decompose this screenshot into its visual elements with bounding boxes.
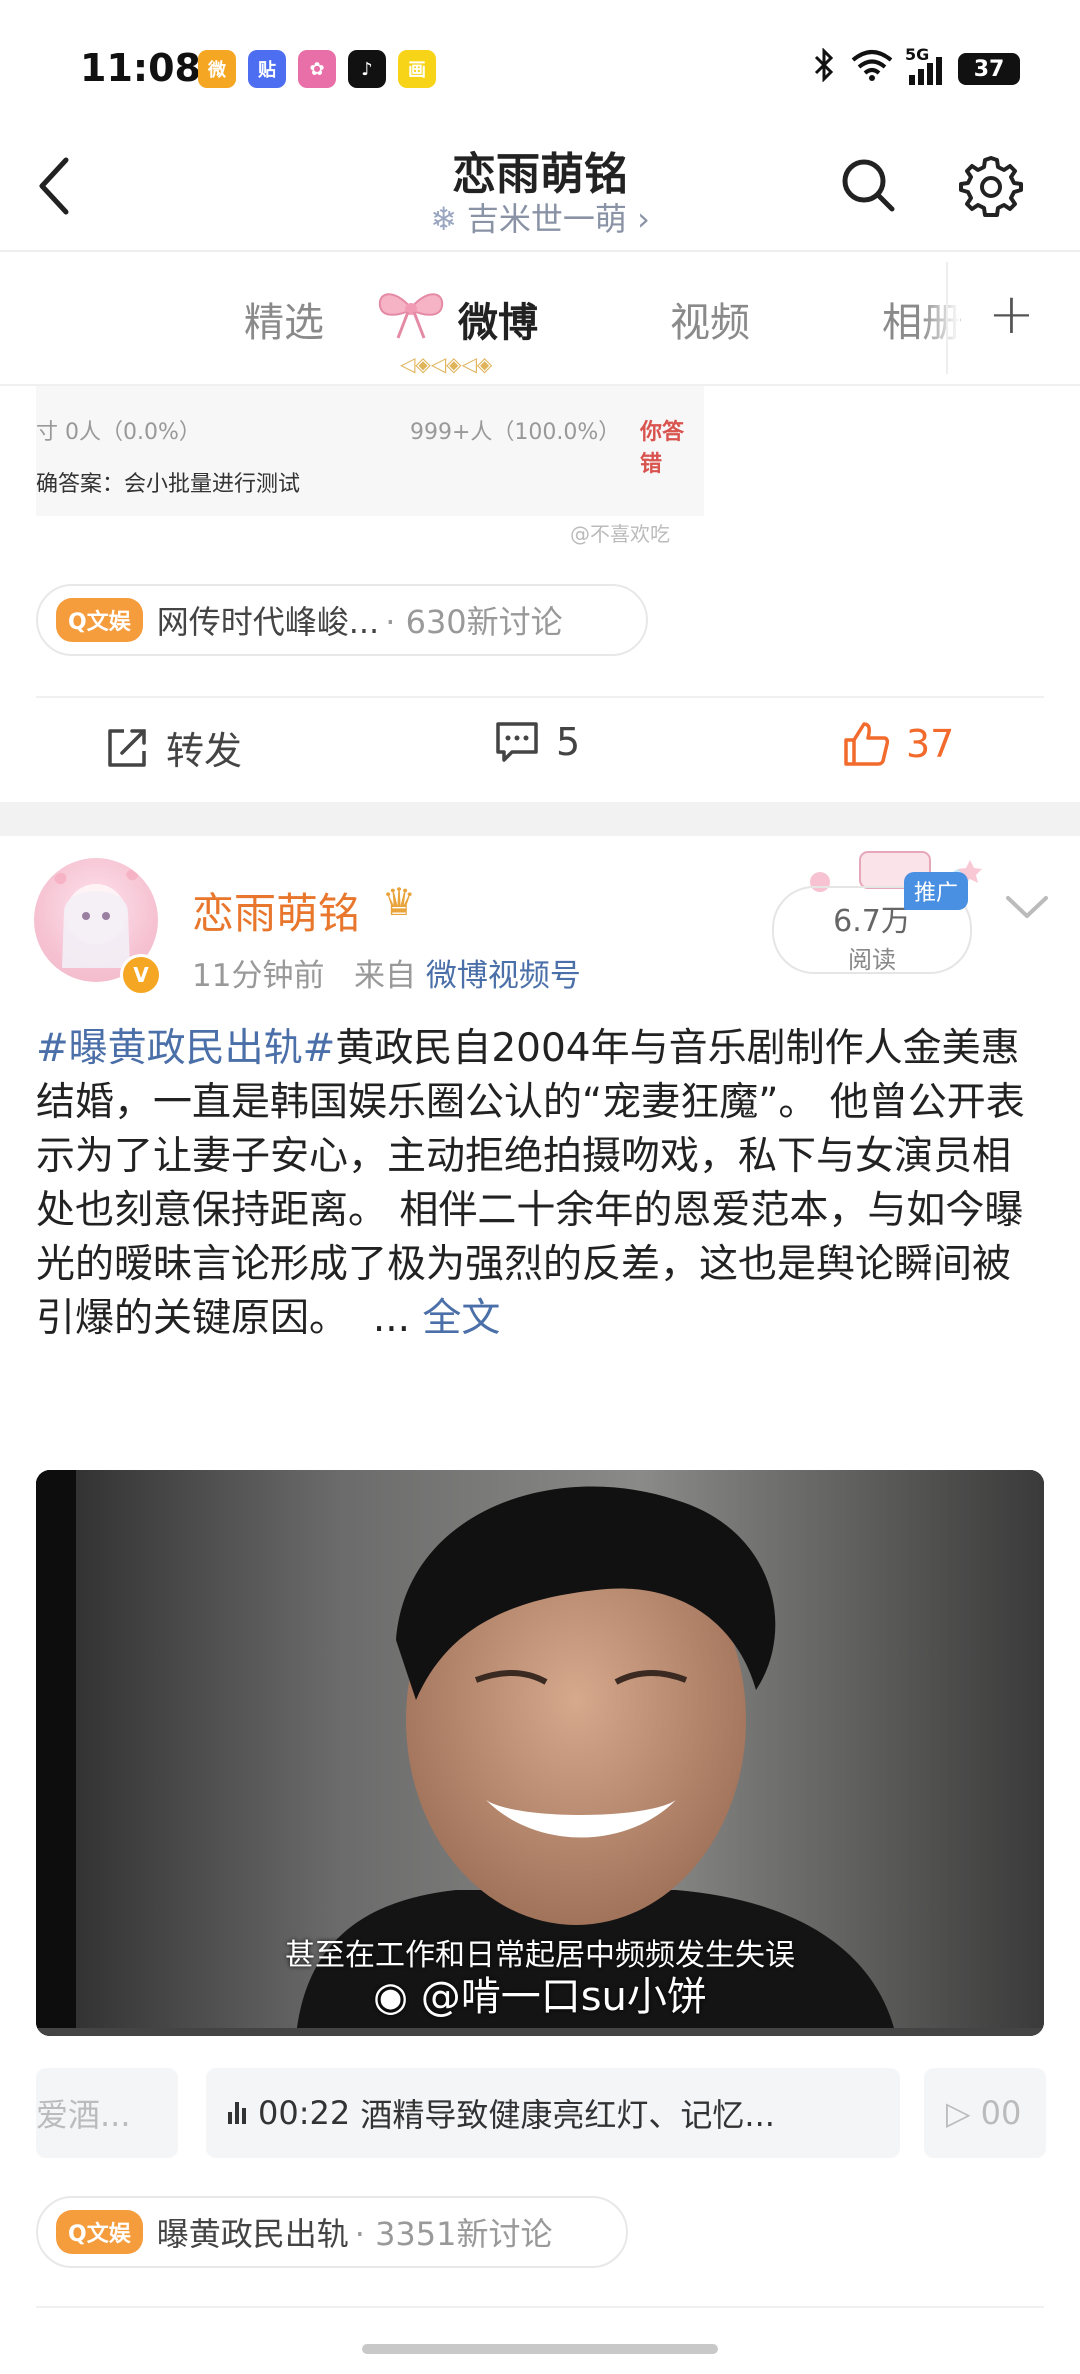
thumbs-up-icon — [844, 722, 890, 766]
page-subtitle[interactable]: ❄ 吉米世一萌 › — [0, 194, 1080, 240]
post-hashtag[interactable]: #曝黄政民出轨# — [36, 1026, 335, 1071]
like-count: 37 — [906, 722, 955, 766]
tab-separator — [946, 262, 948, 374]
tieba-app-icon: 贴 — [248, 50, 286, 88]
page-title: 恋雨萌铭 — [452, 149, 628, 200]
crown-icon: ♛ — [382, 880, 417, 924]
header-divider — [0, 250, 1080, 252]
repost-button[interactable]: 转发 — [104, 720, 242, 775]
weibo-app-icon: 微 — [198, 50, 236, 88]
comment-count: 5 — [556, 720, 581, 764]
source-prefix: 来自 — [354, 958, 417, 994]
chapter-text: 酒精导致健康亮红灯、记忆... — [360, 2096, 775, 2134]
chapter-item[interactable]: ▷ 00 — [924, 2068, 1046, 2158]
topic-badge: Q文娱 — [56, 598, 143, 642]
snowflake-icon: ❄ — [430, 200, 457, 238]
post1-image[interactable]: 寸 0人（0.0%） 999+人（100.0%） 你答错 确答案：会小批量进行测… — [36, 386, 704, 516]
search-icon — [842, 159, 895, 212]
add-tab-button[interactable]: + — [988, 282, 1035, 347]
repost-label: 转发 — [166, 729, 243, 773]
post-separator — [0, 802, 1080, 836]
promo-badge: 推广 — [904, 872, 969, 910]
status-bar: 11:08 微贴 ✿ ♪ 画 5G 37 — [0, 0, 1080, 130]
system-icons: 5G 37 — [813, 45, 1020, 90]
post-source[interactable]: 微博视频号 — [426, 958, 581, 994]
like-button[interactable]: 37 — [842, 720, 954, 768]
post-author[interactable]: 恋雨萌铭 — [192, 880, 360, 941]
audio-bars-icon — [228, 2102, 246, 2124]
post2-actions-divider — [36, 2306, 1044, 2308]
colorful-app-icon: ✿ — [298, 50, 336, 88]
ellipsis: ... — [372, 1296, 411, 1341]
weibo-logo-icon: ◉ — [373, 1974, 408, 2020]
subtitle-text: 吉米世一萌 › — [466, 200, 650, 238]
post-time: 11分钟前 — [192, 958, 325, 994]
chapter-text: 爱酒... — [36, 2096, 131, 2134]
cellular-signal-icon: 5G — [905, 45, 942, 85]
network-type: 5G — [905, 45, 930, 64]
wifi-icon — [851, 49, 893, 89]
status-time: 11:08 — [80, 46, 201, 90]
tab-weibo[interactable]: 微博 — [458, 290, 538, 348]
post2-topic-pill[interactable]: Q文娱 曝黄政民出轨 · 3351新讨论 — [36, 2196, 628, 2268]
topic-count: · 630新讨论 — [385, 603, 563, 641]
plus-icon: + — [988, 282, 1035, 347]
tab-featured[interactable]: 精选 — [244, 290, 324, 348]
search-button[interactable] — [838, 155, 898, 215]
topic-badge: Q文娱 — [56, 2210, 143, 2254]
image-text-row1-right: 你答错 — [640, 420, 685, 477]
chapter-time: 00 — [980, 2094, 1022, 2132]
battery-indicator: 37 — [958, 53, 1020, 85]
video-watermark-text: @啃一口su小饼 — [420, 1974, 707, 2020]
topic-count: · 3351新讨论 — [354, 2215, 553, 2253]
post1-topic-pill[interactable]: Q文娱 网传时代峰峻... · 630新讨论 — [36, 584, 648, 656]
yellow-app-icon: 画 — [398, 50, 436, 88]
play-icon: ▷ — [946, 2094, 971, 2132]
chapter-time: 00:22 — [258, 2094, 351, 2132]
home-indicator[interactable] — [362, 2344, 718, 2354]
post-meta: 11分钟前 来自 微博视频号 — [192, 950, 581, 995]
video-player[interactable]: 甚至在工作和日常起居中频频发生失误 ◉ @啃一口su小饼 — [36, 1470, 1044, 2036]
comment-icon — [496, 722, 538, 762]
topic-text: 网传时代峰峻... — [156, 603, 380, 641]
image-watermark: @不喜欢吃 — [570, 522, 670, 546]
tab-fade — [920, 262, 960, 377]
image-text-row2: 确答案：会小批量进行测试 — [36, 472, 301, 497]
image-text-row1-left: 寸 0人（0.0%） — [36, 420, 201, 445]
repost-icon — [108, 728, 146, 767]
post-body: #曝黄政民出轨#黄政民自2004年与音乐剧制作人金美惠结婚，一直是韩国娱乐圈公认… — [36, 1022, 1046, 1346]
read-more-link[interactable]: 全文 — [422, 1296, 500, 1341]
fish-decoration-icon: ◁◈◁◈◁◈ — [400, 352, 493, 376]
video-progress-bar[interactable] — [36, 2028, 1044, 2036]
bluetooth-icon — [813, 47, 835, 90]
tiktok-app-icon: ♪ — [348, 50, 386, 88]
tab-video[interactable]: 视频 — [670, 290, 750, 348]
image-text-row1-mid: 999+人（100.0%） — [410, 420, 621, 445]
bow-decoration-icon — [374, 282, 448, 346]
video-watermark: ◉ @啃一口su小饼 — [36, 1964, 1044, 2022]
chapter-item[interactable]: 爱酒... — [36, 2068, 178, 2158]
settings-button[interactable] — [958, 152, 1024, 218]
read-label: 阅读 — [848, 946, 896, 974]
chevron-down-icon — [1006, 896, 1048, 918]
post1-actions-divider — [36, 696, 1044, 698]
chapter-item-active[interactable]: 00:22 酒精导致健康亮红灯、记忆... — [206, 2068, 900, 2158]
verified-badge: V — [120, 954, 162, 996]
notification-icons: 微贴 ✿ ♪ 画 — [198, 50, 436, 88]
comment-button[interactable]: 5 — [494, 720, 580, 764]
post-menu-button[interactable] — [1004, 892, 1050, 922]
post-text: 黄政民自2004年与音乐剧制作人金美惠结婚，一直是韩国娱乐圈公认的“宠妻狂魔”。… — [36, 1026, 1025, 1341]
gear-icon — [959, 156, 1023, 217]
topic-text: 曝黄政民出轨 — [156, 2215, 349, 2253]
